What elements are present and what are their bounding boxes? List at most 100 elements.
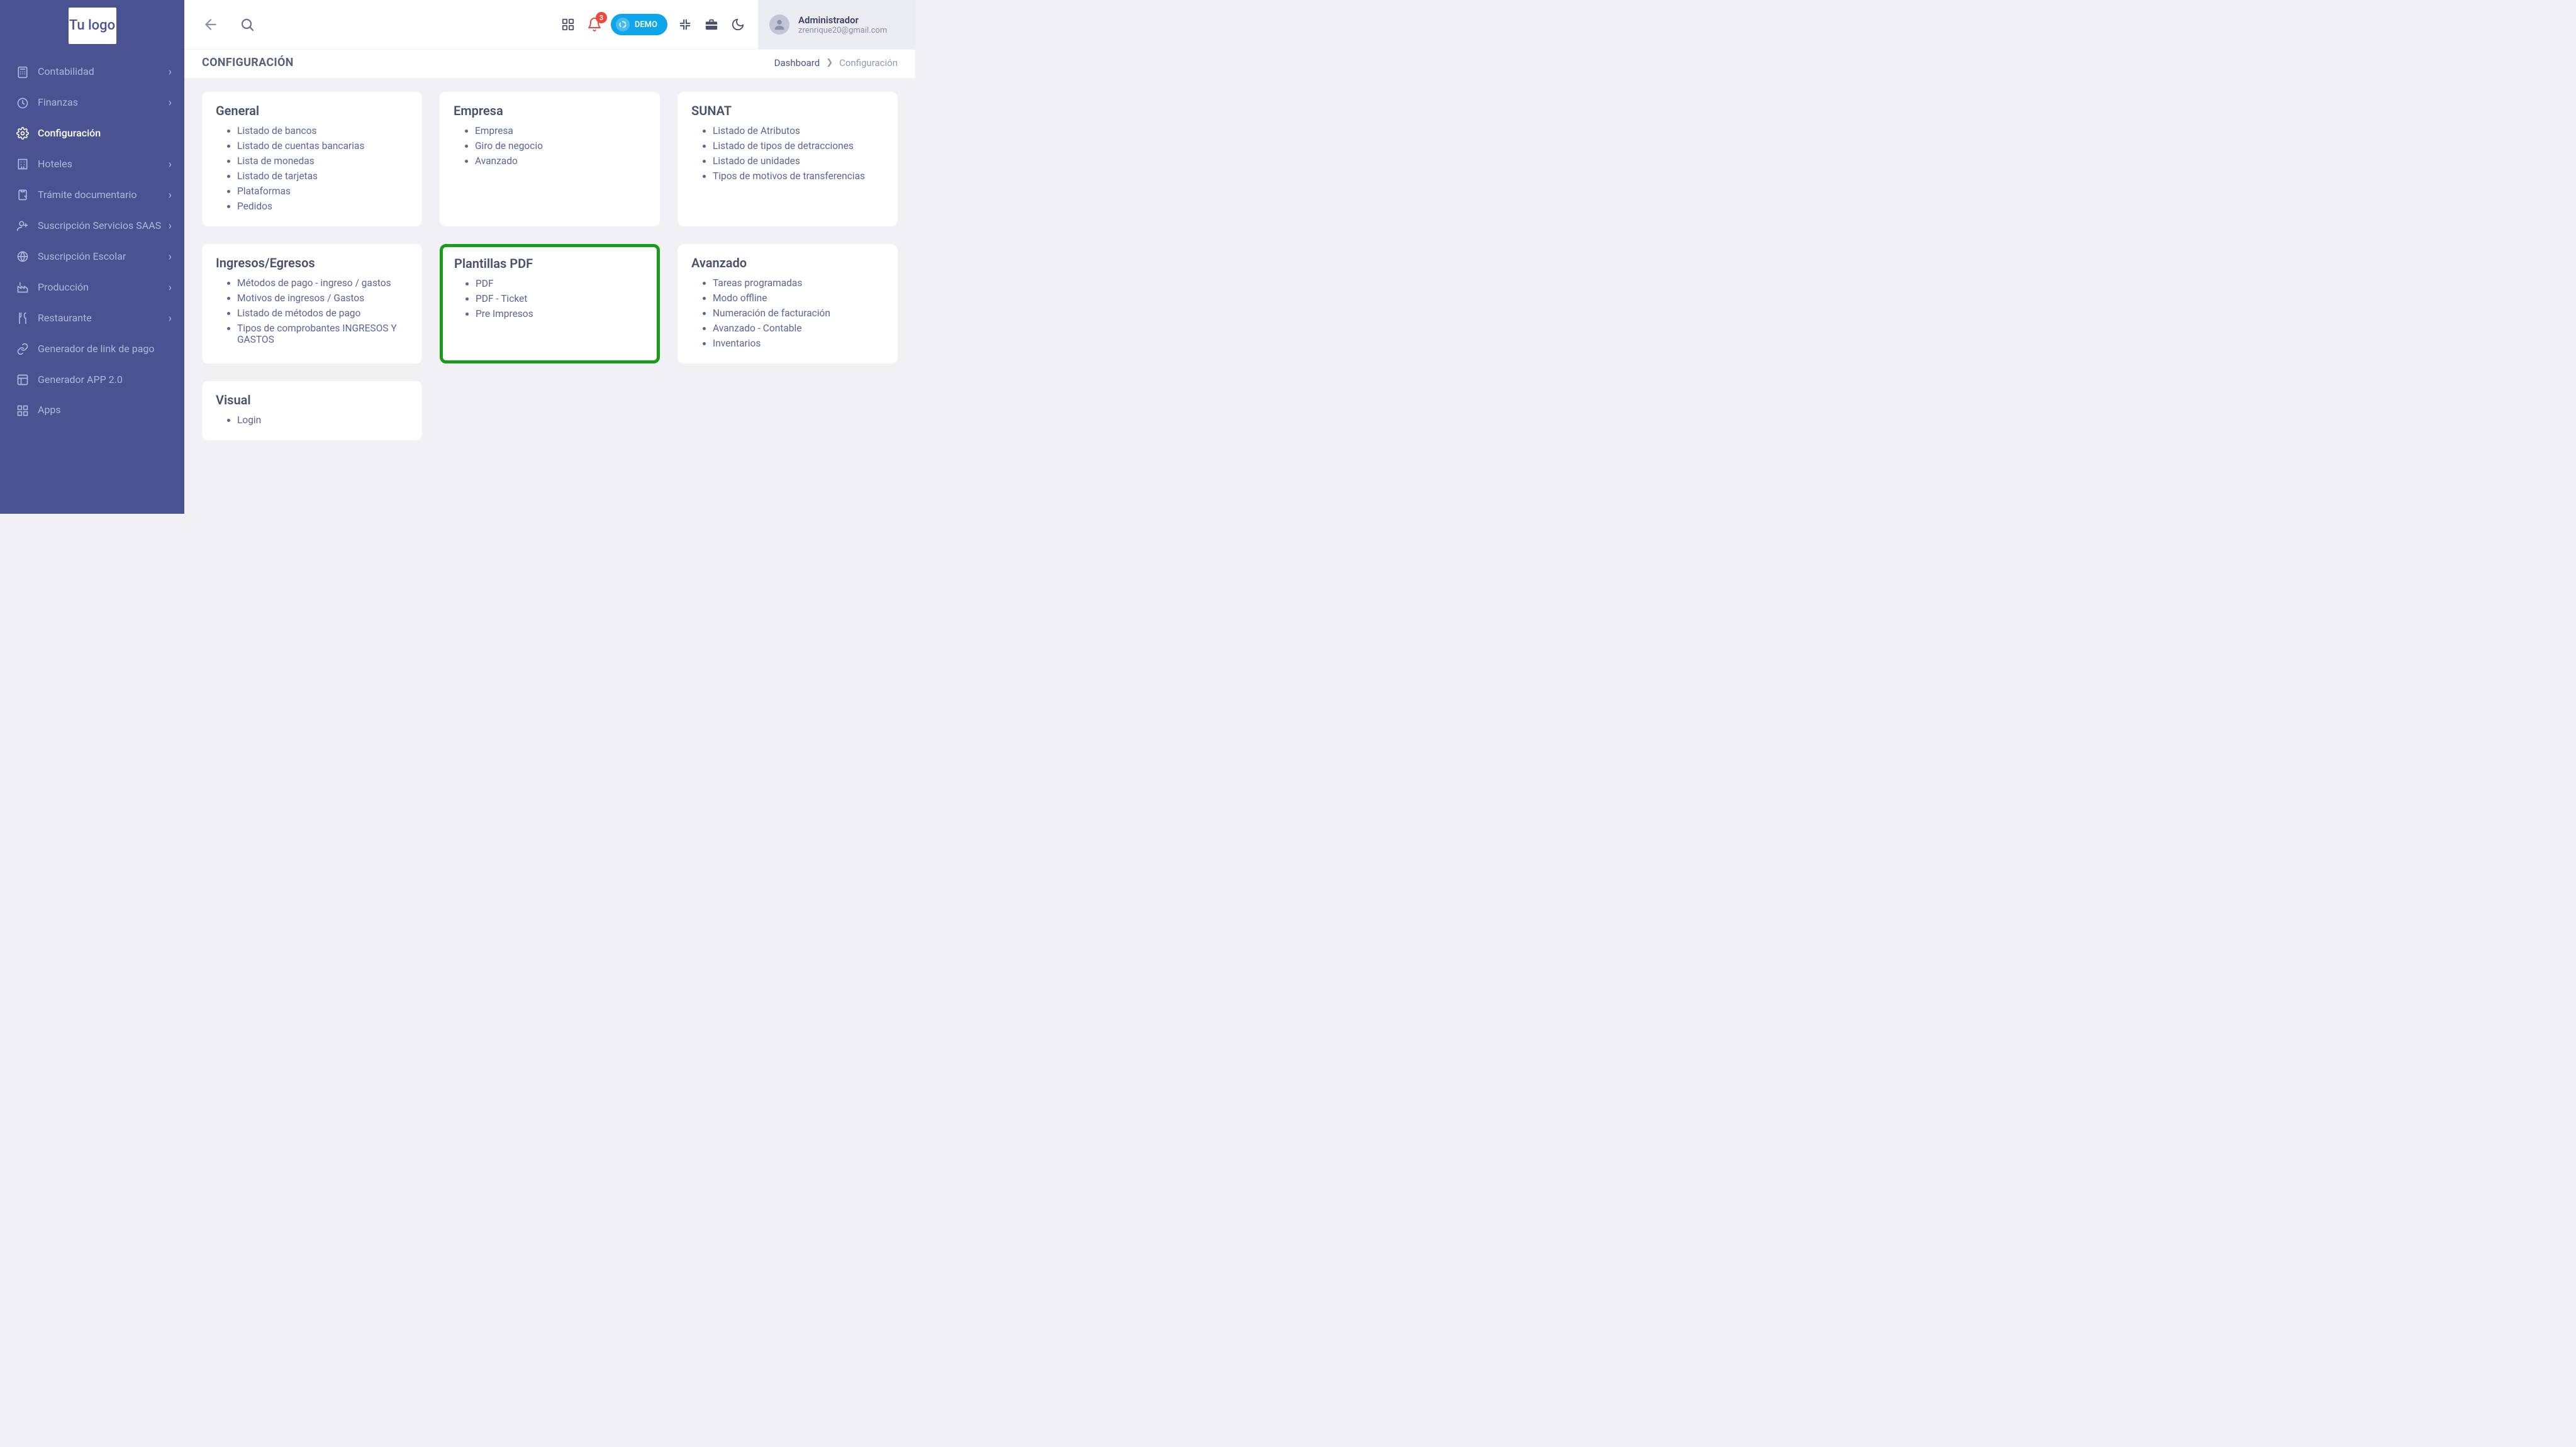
- chevron-right-icon: ›: [169, 281, 172, 294]
- logo-text: Tu logo: [69, 8, 116, 44]
- config-link[interactable]: Tipos de motivos de transferencias: [713, 169, 884, 184]
- sidebar-item-label: Apps: [38, 404, 172, 417]
- config-link[interactable]: Avanzado - Contable: [713, 321, 884, 336]
- chevron-right-icon: ›: [169, 312, 172, 325]
- config-link[interactable]: Listado de Atributos: [713, 123, 884, 138]
- config-card-4: Plantillas PDF PDFPDF - TicketPre Impres…: [440, 244, 660, 363]
- clipboard-icon: [16, 189, 29, 201]
- sidebar-item-label: Producción: [38, 281, 169, 294]
- card-title: SUNAT: [691, 103, 884, 118]
- demo-button[interactable]: DEMO: [611, 14, 667, 35]
- logo[interactable]: Tu logo: [0, 0, 184, 49]
- config-link[interactable]: Pedidos: [237, 199, 408, 214]
- config-card-3: Ingresos/Egresos Métodos de pago - ingre…: [202, 244, 422, 363]
- sidebar-item-7[interactable]: Producción ›: [0, 272, 184, 303]
- building-icon: [16, 158, 29, 170]
- person-plus-icon: [16, 219, 29, 232]
- sidebar-item-10[interactable]: Generador APP 2.0: [0, 365, 184, 396]
- user-info: Administrador zrenrique20@gmail.com: [798, 14, 887, 35]
- config-link[interactable]: Listado de unidades: [713, 153, 884, 169]
- breadcrumb-root[interactable]: Dashboard: [774, 57, 820, 69]
- sidebar-item-4[interactable]: Trámite documentario ›: [0, 180, 184, 211]
- config-link[interactable]: Listado de bancos: [237, 123, 408, 138]
- config-link[interactable]: Empresa: [475, 123, 646, 138]
- config-link[interactable]: Avanzado: [475, 153, 646, 169]
- config-link[interactable]: Inventarios: [713, 336, 884, 351]
- config-link[interactable]: Listado de métodos de pago: [237, 306, 408, 321]
- sidebar-item-label: Contabilidad: [38, 65, 169, 79]
- sidebar-item-0[interactable]: Contabilidad ›: [0, 57, 184, 87]
- config-link[interactable]: PDF - Ticket: [476, 291, 645, 306]
- dark-mode-toggle[interactable]: [729, 16, 747, 33]
- user-menu[interactable]: Administrador zrenrique20@gmail.com: [758, 0, 915, 49]
- search-icon: [240, 17, 255, 32]
- globe-icon: [16, 250, 29, 263]
- config-link[interactable]: Plataformas: [237, 184, 408, 199]
- sidebar-item-label: Restaurante: [38, 312, 169, 325]
- config-link[interactable]: Giro de negocio: [475, 138, 646, 153]
- page-header: CONFIGURACIÓN Dashboard ❯ Configuración: [184, 49, 915, 78]
- config-link[interactable]: Pre Impresos: [476, 306, 645, 321]
- sidebar-item-1[interactable]: Finanzas ›: [0, 87, 184, 118]
- avatar-icon: [769, 14, 789, 35]
- chevron-right-icon: ›: [169, 219, 172, 233]
- config-link[interactable]: Numeración de facturación: [713, 306, 884, 321]
- toolbox-button[interactable]: [703, 16, 720, 33]
- config-link[interactable]: Login: [237, 413, 408, 428]
- fullscreen-exit-button[interactable]: [676, 16, 694, 33]
- sidebar-item-9[interactable]: Generador de link de pago: [0, 334, 184, 365]
- chevron-right-icon: ›: [169, 96, 172, 109]
- chevron-right-icon: ❯: [826, 58, 833, 67]
- demo-spinner-icon: [616, 18, 630, 31]
- config-link[interactable]: Lista de monedas: [237, 153, 408, 169]
- config-card-6: Visual Login: [202, 381, 422, 440]
- content: General Listado de bancosListado de cuen…: [184, 78, 915, 514]
- page-title: CONFIGURACIÓN: [202, 56, 294, 69]
- notifications-button[interactable]: 3: [586, 16, 603, 33]
- card-list: PDFPDF - TicketPre Impresos: [454, 276, 645, 321]
- card-list: Listado de bancosListado de cuentas banc…: [216, 123, 408, 214]
- apps-button[interactable]: [559, 16, 577, 33]
- sidebar-item-label: Finanzas: [38, 96, 169, 109]
- card-title: Avanzado: [691, 255, 884, 270]
- chevron-right-icon: ›: [169, 189, 172, 202]
- config-link[interactable]: Tareas programadas: [713, 275, 884, 291]
- factory-icon: [16, 281, 29, 294]
- grid-icon: [561, 18, 575, 31]
- config-link[interactable]: Listado de cuentas bancarias: [237, 138, 408, 153]
- config-link[interactable]: Métodos de pago - ingreso / gastos: [237, 275, 408, 291]
- layout-icon: [16, 374, 29, 386]
- config-link[interactable]: PDF: [476, 276, 645, 291]
- card-title: Empresa: [454, 103, 646, 118]
- config-card-2: SUNAT Listado de AtributosListado de tip…: [677, 92, 898, 226]
- card-list: Login: [216, 413, 408, 428]
- config-link[interactable]: Modo offline: [713, 291, 884, 306]
- search-button[interactable]: [238, 16, 256, 33]
- cards-grid: General Listado de bancosListado de cuen…: [202, 92, 898, 440]
- card-title: Ingresos/Egresos: [216, 255, 408, 270]
- link-icon: [16, 343, 29, 355]
- grid-icon: [16, 404, 29, 417]
- chevron-right-icon: ›: [169, 250, 172, 263]
- chevron-right-icon: ›: [169, 65, 172, 79]
- config-link[interactable]: Motivos de ingresos / Gastos: [237, 291, 408, 306]
- breadcrumb-current: Configuración: [839, 57, 898, 69]
- config-link[interactable]: Listado de tipos de detracciones: [713, 138, 884, 153]
- config-link[interactable]: Tipos de comprobantes INGRESOS Y GASTOS: [237, 321, 408, 347]
- sidebar-item-6[interactable]: Suscripción Escolar ›: [0, 241, 184, 272]
- config-card-0: General Listado de bancosListado de cuen…: [202, 92, 422, 226]
- sidebar-item-11[interactable]: Apps: [0, 395, 184, 426]
- sidebar-item-5[interactable]: Suscripción Servicios SAAS ›: [0, 211, 184, 241]
- user-name: Administrador: [798, 14, 887, 26]
- card-list: EmpresaGiro de negocioAvanzado: [454, 123, 646, 169]
- sidebar-item-3[interactable]: Hoteles ›: [0, 149, 184, 180]
- sidebar-item-label: Generador de link de pago: [38, 343, 172, 356]
- sidebar-item-8[interactable]: Restaurante ›: [0, 303, 184, 334]
- back-button[interactable]: [202, 16, 220, 33]
- sidebar-item-2[interactable]: Configuración: [0, 118, 184, 149]
- sidebar-item-label: Hoteles: [38, 158, 169, 171]
- notification-badge: 3: [596, 12, 607, 23]
- config-link[interactable]: Listado de tarjetas: [237, 169, 408, 184]
- card-title: Plantillas PDF: [454, 256, 645, 271]
- config-card-5: Avanzado Tareas programadasModo offlineN…: [677, 244, 898, 363]
